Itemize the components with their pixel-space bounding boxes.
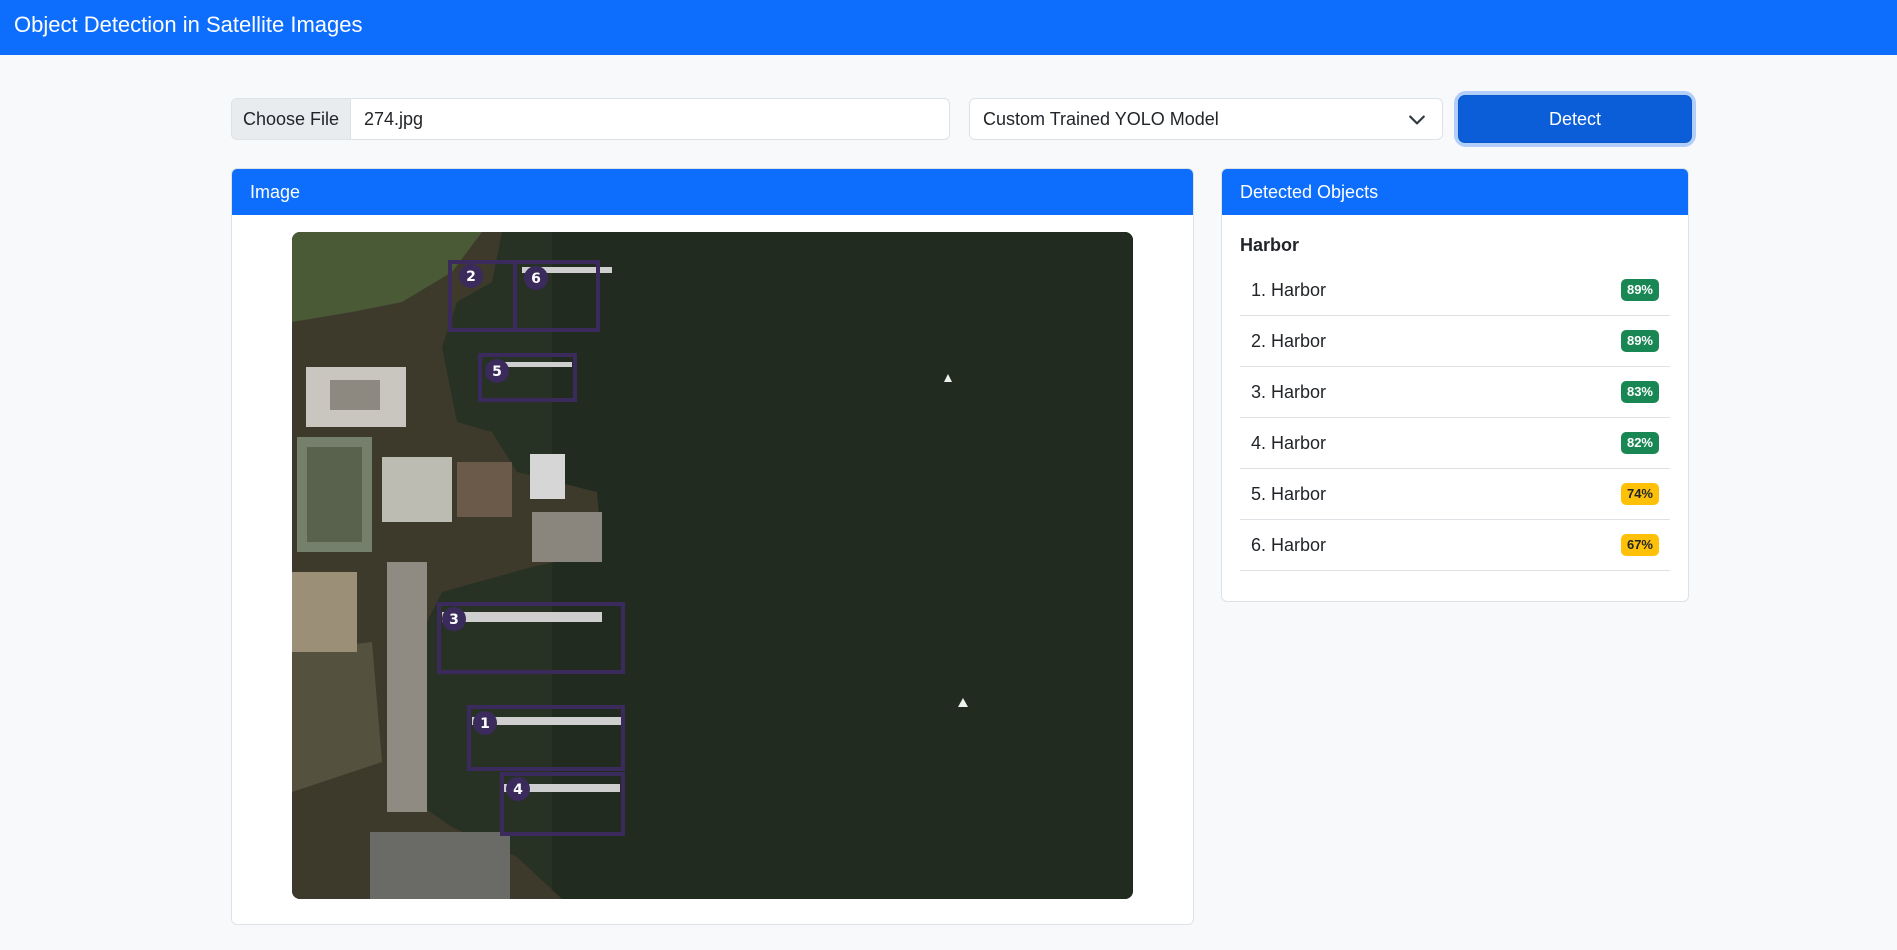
detection-label-1: 1 <box>480 716 490 732</box>
file-input[interactable]: Choose File 274.jpg <box>231 98 950 140</box>
list-item[interactable]: 5. Harbor 74% <box>1240 469 1670 520</box>
object-group-title: Harbor <box>1240 235 1300 255</box>
model-select-value: Custom Trained YOLO Model <box>983 108 1219 129</box>
object-label: 4. Harbor <box>1251 432 1327 453</box>
confidence-badge: 74% <box>1620 483 1659 505</box>
confidence-badge: 83% <box>1620 381 1659 403</box>
list-item[interactable]: 4. Harbor 82% <box>1240 418 1670 469</box>
image-card-header: Image <box>232 169 1193 215</box>
object-label: 5. Harbor <box>1251 483 1327 504</box>
detection-label-6: 6 <box>531 271 541 287</box>
list-item[interactable]: 6. Harbor 67% <box>1240 520 1670 571</box>
list-item[interactable]: 2. Harbor 89% <box>1240 316 1670 367</box>
confidence-badge: 89% <box>1620 330 1659 352</box>
satellite-image: 2 6 5 3 1 4 <box>292 232 1133 899</box>
object-label: 2. Harbor <box>1251 330 1327 351</box>
detect-button[interactable]: Detect <box>1458 95 1692 143</box>
model-select[interactable]: Custom Trained YOLO Model <box>969 98 1443 140</box>
chevron-down-icon <box>1409 115 1425 125</box>
image-card: Image 2 6 5 3 1 4 <box>231 168 1194 925</box>
detect-button-focus-ring: Detect <box>1458 95 1692 143</box>
confidence-badge: 67% <box>1620 534 1659 556</box>
object-label: 3. Harbor <box>1251 381 1327 402</box>
confidence-badge: 82% <box>1620 432 1659 454</box>
list-item[interactable]: 1. Harbor 89% <box>1240 265 1670 316</box>
list-item[interactable]: 3. Harbor 83% <box>1240 367 1670 418</box>
detected-objects-list: 1. Harbor 89% 2. Harbor 89% 3. Harbor 83… <box>1240 265 1670 571</box>
satellite-image-drawing: 2 6 5 3 1 4 <box>292 232 1133 899</box>
choose-file-button[interactable]: Choose File <box>232 99 351 139</box>
detection-label-4: 4 <box>513 782 523 798</box>
app-title[interactable]: Object Detection in Satellite Images <box>14 12 363 38</box>
app-navbar: Object Detection in Satellite Images <box>0 0 1897 55</box>
detection-label-2: 2 <box>466 269 476 285</box>
confidence-badge: 89% <box>1620 279 1659 301</box>
detection-label-5: 5 <box>492 364 502 380</box>
file-name-text: 274.jpg <box>364 108 424 129</box>
object-label: 6. Harbor <box>1251 534 1327 555</box>
object-label: 1. Harbor <box>1251 279 1327 300</box>
detection-label-3: 3 <box>449 612 459 628</box>
detected-objects-card: Detected Objects Harbor 1. Harbor 89% 2.… <box>1221 168 1689 602</box>
detected-objects-header: Detected Objects <box>1222 169 1688 215</box>
